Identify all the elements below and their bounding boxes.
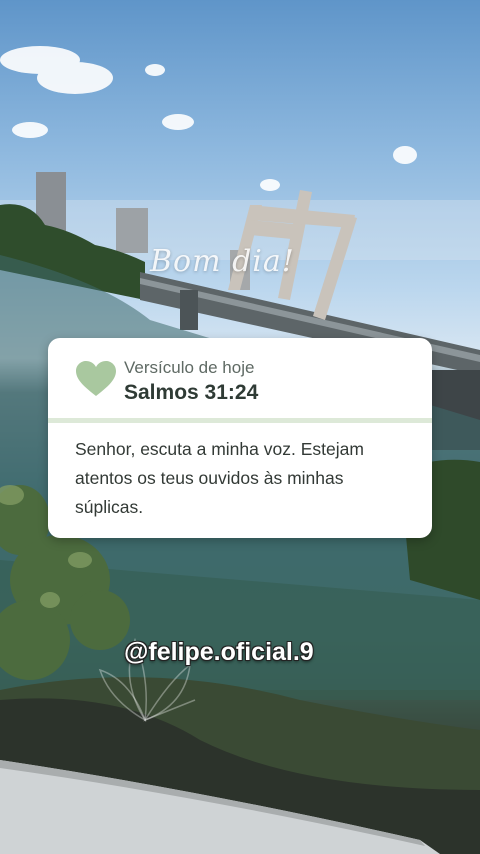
card-divider xyxy=(48,418,432,423)
account-handle: @felipe.oficial.9 xyxy=(124,638,314,666)
heart-icon xyxy=(76,361,116,396)
verse-text: Senhor, escuta a minha voz. Estejam aten… xyxy=(75,439,364,517)
verse-card-subtitle: Versículo de hoje xyxy=(124,358,255,377)
greeting-text: Bom dia! xyxy=(150,244,295,279)
background-photo: Bom dia! Versículo de hoje Salmos 31:24 … xyxy=(0,0,480,854)
verse-card: Versículo de hoje Salmos 31:24 Senhor, e… xyxy=(48,338,432,538)
verse-reference: Salmos 31:24 xyxy=(124,381,259,404)
verse-card-header: Versículo de hoje Salmos 31:24 xyxy=(48,338,432,418)
